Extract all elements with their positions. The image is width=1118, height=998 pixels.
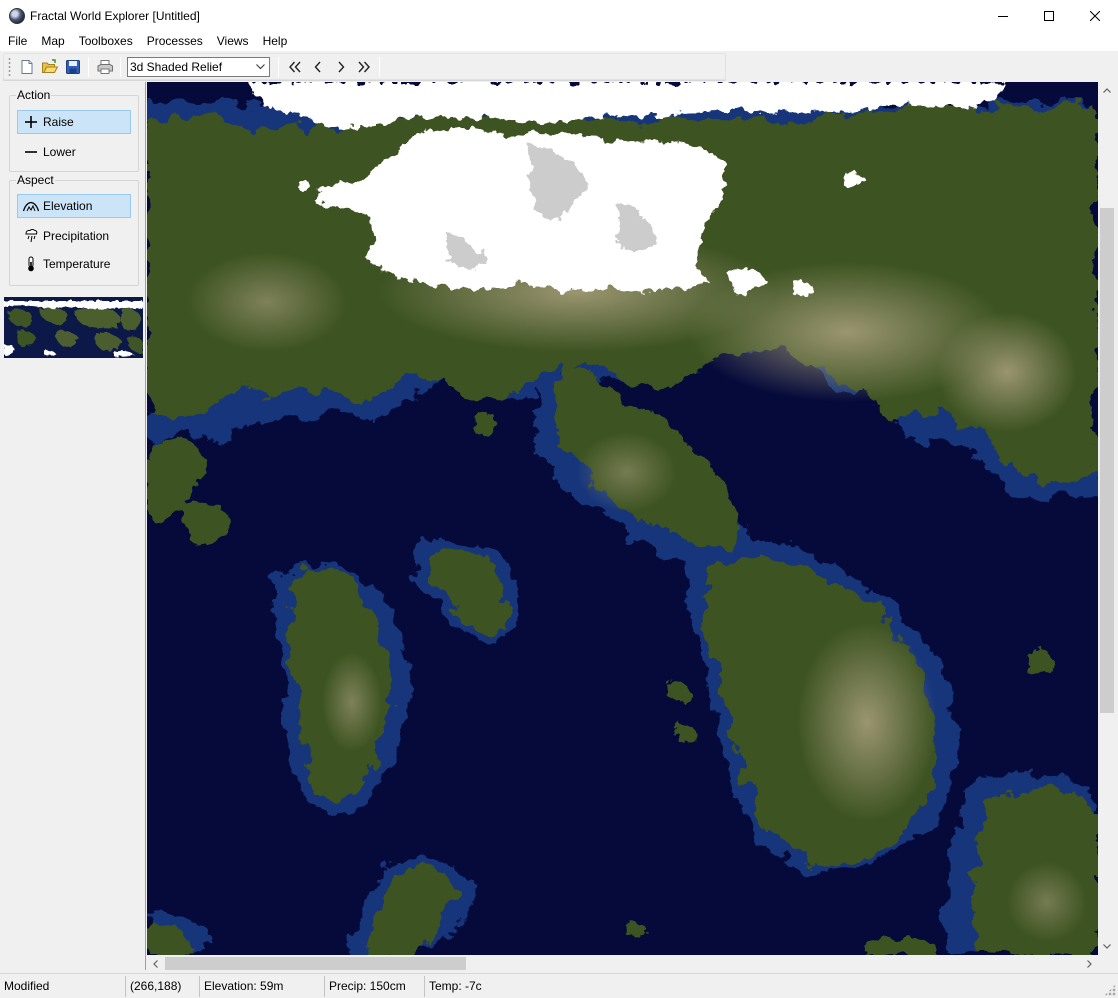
window-controls [980,0,1118,31]
view-mode-value: 3d Shaded Relief [130,59,223,74]
horizontal-scroll-thumb[interactable] [165,957,466,970]
minus-icon [22,144,40,160]
chevron-down-icon [1103,944,1111,949]
raise-label: Raise [43,115,74,129]
window-title: Fractal World Explorer [Untitled] [30,8,200,23]
last-page-icon [357,61,370,72]
vertical-scrollbar[interactable] [1098,82,1116,955]
close-icon [1090,10,1100,21]
status-state: Modified [0,975,126,997]
title-bar: Fractal World Explorer [Untitled] [0,0,1118,31]
status-precip: Precip: 150cm [325,975,425,997]
scroll-corner [1098,955,1116,972]
menu-help[interactable]: Help [256,31,295,51]
view-mode-select[interactable]: 3d Shaded Relief [127,56,270,77]
temperature-label: Temperature [43,257,111,271]
action-group-label: Action [16,88,52,102]
last-button[interactable] [352,56,375,78]
chevron-left-icon [153,959,158,968]
mountain-icon [22,198,40,214]
aspect-group: Aspect Elevation Precipitation Temperatu… [9,173,139,286]
first-page-icon [288,61,301,72]
scroll-right-button[interactable] [1081,955,1098,972]
menu-processes[interactable]: Processes [140,31,210,51]
menu-file[interactable]: File [1,31,34,51]
print-icon [97,59,113,74]
minimize-button[interactable] [980,0,1026,31]
print-button[interactable] [93,56,116,78]
chevron-down-icon [252,58,269,76]
elevation-label: Elevation [43,199,93,213]
open-button[interactable] [38,56,61,78]
temperature-button[interactable]: Temperature [17,252,131,276]
raise-button[interactable]: Raise [17,110,131,134]
new-button[interactable] [15,56,38,78]
status-bar: Modified (266,188) Elevation: 59m Precip… [0,973,1118,998]
chevron-right-icon [1087,959,1092,968]
horizontal-scrollbar[interactable] [147,955,1098,972]
previous-button[interactable] [306,56,329,78]
thermometer-icon [22,256,40,272]
lower-button[interactable]: Lower [17,140,131,164]
maximize-icon [1044,10,1054,21]
previous-icon [314,61,321,72]
minimap[interactable] [4,297,143,358]
aspect-group-label: Aspect [16,173,55,187]
next-button[interactable] [329,56,352,78]
first-button[interactable] [283,56,306,78]
toolbar-separator [379,56,380,77]
precipitation-label: Precipitation [43,229,110,243]
chevron-up-icon [1103,88,1111,93]
menu-views[interactable]: Views [210,31,256,51]
lower-label: Lower [43,145,76,159]
action-group: Action Raise Lower [9,88,139,172]
close-button[interactable] [1072,0,1118,31]
status-coords: (266,188) [126,975,200,997]
open-folder-icon [41,58,58,73]
toolbar-separator [88,56,89,77]
menu-toolboxes[interactable]: Toolboxes [72,31,140,51]
precipitation-button[interactable]: Precipitation [17,224,131,248]
scroll-left-button[interactable] [147,955,164,972]
maximize-button[interactable] [1026,0,1072,31]
save-disk-icon [65,59,80,74]
status-temp: Temp: -7c [429,979,482,993]
scroll-up-button[interactable] [1098,82,1116,99]
toolbar-separator [278,56,279,77]
menu-map[interactable]: Map [34,31,71,51]
rain-cloud-icon [22,228,40,244]
resize-grip[interactable] [1104,984,1116,996]
map-canvas[interactable] [147,82,1098,955]
vertical-scroll-thumb[interactable] [1100,208,1114,713]
menu-bar: File Map Toolboxes Processes Views Help [0,31,1118,51]
globe-icon [9,7,25,24]
scroll-down-button[interactable] [1098,938,1116,955]
toolbar: 3d Shaded Relief [3,53,726,80]
save-button[interactable] [61,56,84,78]
tool-panel: Action Raise Lower Aspect Elevation Prec… [0,82,146,970]
new-document-icon [21,59,32,74]
toolbar-separator [120,56,121,77]
next-icon [337,61,344,72]
elevation-button[interactable]: Elevation [17,194,131,218]
plus-icon [22,114,40,130]
toolbar-grip[interactable] [8,57,11,76]
minimize-icon [998,15,1008,17]
status-elevation: Elevation: 59m [200,975,325,997]
